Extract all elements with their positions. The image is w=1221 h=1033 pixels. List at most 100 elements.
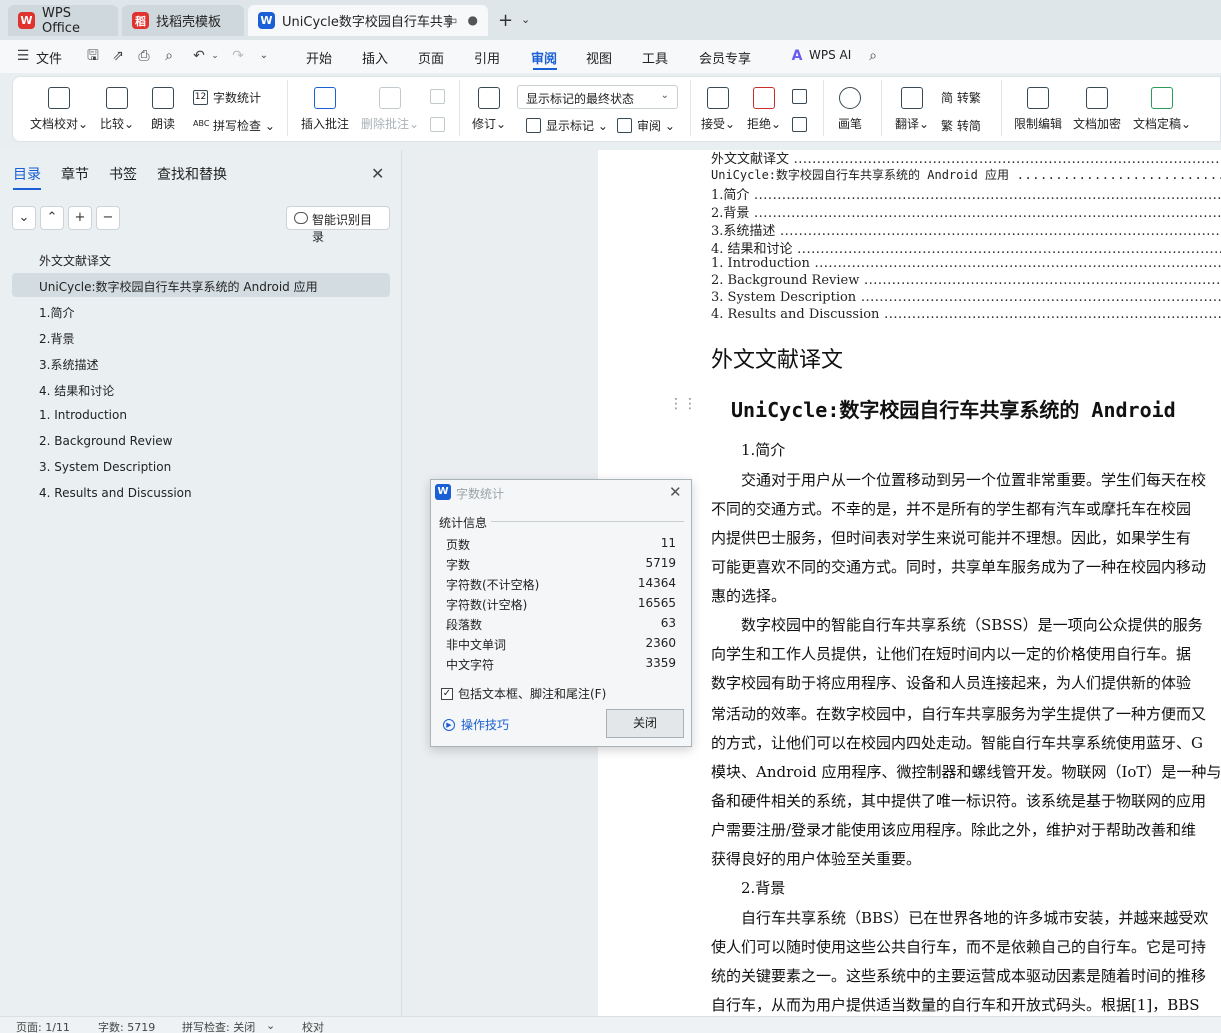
drag-handle-icon[interactable]: ⋮⋮ xyxy=(669,396,697,412)
doc-line[interactable]: 数字校园中的智能自行车共享系统（SBSS）是一项向公众提供的服务 xyxy=(741,614,1203,635)
reject-button[interactable]: 拒绝⌄ xyxy=(747,87,781,132)
screen-icon[interactable]: ▭ xyxy=(446,13,457,27)
doc-toc-line[interactable]: 2. Background Review xyxy=(711,273,1221,288)
tab-wps-office[interactable]: W WPS Office xyxy=(8,5,118,36)
doc-toc-line[interactable]: 外文文献译文 xyxy=(711,150,1221,167)
menu-tools[interactable]: 工具 xyxy=(642,48,668,67)
status-spell-check[interactable]: 拼写检查: 关闭 xyxy=(182,1019,255,1033)
next-comment-button[interactable] xyxy=(430,117,450,132)
doc-line[interactable]: 获得良好的用户体验至关重要。 xyxy=(711,848,921,869)
markup-state-select[interactable]: 显示标记的最终状态 ⌄ xyxy=(517,85,678,109)
accept-button[interactable]: 接受⌄ xyxy=(701,87,735,132)
document-title[interactable]: UniCycle:数字校园自行车共享系统的 Android xyxy=(731,394,1176,423)
chevron-down-icon[interactable]: ⌄ xyxy=(266,1019,275,1032)
tab-document[interactable]: W UniCycle数字校园自行车共享系 ▭ ● xyxy=(248,5,488,36)
encrypt-button[interactable]: 文档加密 xyxy=(1073,87,1121,132)
close-button[interactable]: 关闭 xyxy=(606,709,684,738)
new-tab-plus-icon[interactable]: + xyxy=(498,10,513,31)
prev-change-button[interactable] xyxy=(792,89,812,104)
add-heading-icon[interactable]: + xyxy=(68,206,92,230)
doc-line[interactable]: 数字校园有助于将应用程序、设备和人员连接起来，为人们提供新的体验 xyxy=(711,672,1191,693)
customize-toolbar-icon[interactable]: ⌄ xyxy=(255,47,273,65)
review-pane-button[interactable]: 审阅 ⌄ xyxy=(617,117,675,134)
search-icon[interactable]: ⌕ xyxy=(864,47,882,65)
menu-references[interactable]: 引用 xyxy=(474,48,500,67)
expand-all-icon[interactable]: ⌄ xyxy=(12,206,36,230)
read-aloud-button[interactable]: 朗读 xyxy=(151,87,175,132)
doc-line[interactable]: 交通对于用户从一个位置移动到另一个位置非常重要。学生们每天在校 xyxy=(741,469,1206,490)
menu-wps-ai[interactable]: WPS AI xyxy=(809,48,851,62)
tab-docer[interactable]: 稻 找稻壳模板 xyxy=(122,5,244,36)
nav-tab-toc[interactable]: 目录 xyxy=(13,164,41,184)
menu-home[interactable]: 开始 xyxy=(306,48,332,67)
menu-review[interactable]: 审阅 xyxy=(531,48,557,67)
doc-line[interactable]: 统的关键要素之一。这些系统中的主要运营成本驱动因素是随着时间的推移 xyxy=(711,965,1206,986)
insert-comment-button[interactable]: 插入批注 xyxy=(301,87,349,132)
unsaved-dot-icon[interactable]: ● xyxy=(468,13,478,27)
print-icon[interactable]: ⎙ xyxy=(135,47,153,65)
doc-line[interactable]: 不同的交通方式。不幸的是，并不是所有的学生都有汽车或摩托车在校园 xyxy=(711,498,1191,519)
menu-view[interactable]: 视图 xyxy=(586,48,612,67)
toc-item[interactable]: 2. Background Review xyxy=(12,429,390,453)
next-change-button[interactable] xyxy=(792,117,812,132)
toc-item[interactable]: UniCycle:数字校园自行车共享系统的 Android 应用 xyxy=(12,273,390,297)
finalize-button[interactable]: 文档定稿⌄ xyxy=(1133,87,1191,132)
doc-toc-line[interactable]: 1.简介 xyxy=(711,184,1221,203)
doc-line[interactable]: 惠的选择。 xyxy=(711,585,786,606)
doc-line[interactable]: 1.简介 xyxy=(741,439,785,460)
status-word-count[interactable]: 字数: 5719 xyxy=(98,1019,155,1033)
doc-line[interactable]: 的方式，让他们可以在校园内四处走动。智能自行车共享系统使用蓝牙、G xyxy=(711,732,1203,753)
toc-item[interactable]: 3.系统描述 xyxy=(12,351,390,375)
nav-tab-find-replace[interactable]: 查找和替换 xyxy=(157,164,227,184)
heading-foreign-translation[interactable]: 外文文献译文 xyxy=(711,342,843,374)
hamburger-menu-icon[interactable]: ☰ xyxy=(14,47,32,65)
doc-line[interactable]: 可能更喜欢不同的交通方式。同时，共享单车服务成为了一种在校园内移动 xyxy=(711,556,1206,577)
dialog-title-bar[interactable]: W 字数统计 ✕ xyxy=(431,480,691,504)
remove-heading-icon[interactable]: − xyxy=(96,206,120,230)
word-count-button[interactable]: 12 字数统计 xyxy=(193,89,261,106)
wps-ai-icon[interactable]: A xyxy=(788,47,806,65)
doc-line[interactable]: 模块、Android 应用程序、微控制器和螺线管开发。物联网（IoT）是一种与 xyxy=(711,761,1221,782)
print-preview-icon[interactable]: ⌕ xyxy=(160,47,178,65)
pen-button[interactable]: 画笔 xyxy=(838,87,862,132)
nav-tab-sections[interactable]: 章节 xyxy=(61,164,89,184)
spell-check-button[interactable]: ABC 拼写检查 ⌄ xyxy=(193,117,275,134)
toc-item[interactable]: 4. Results and Discussion xyxy=(12,481,390,505)
menu-insert[interactable]: 插入 xyxy=(362,48,388,67)
doc-line[interactable]: 2.背景 xyxy=(741,877,785,898)
close-icon[interactable]: ✕ xyxy=(669,483,682,501)
menu-member[interactable]: 会员专享 xyxy=(699,48,751,67)
toc-item[interactable]: 外文文献译文 xyxy=(12,247,390,271)
doc-line[interactable]: 内提供巴士服务，但时间表对学生来说可能并不理想。因此，如果学生有 xyxy=(711,527,1191,548)
status-proofread[interactable]: 校对 xyxy=(302,1019,324,1033)
doc-line[interactable]: 使人们可以随时使用这些公共自行车，而不是依赖自己的自行车。它是可持 xyxy=(711,936,1206,957)
doc-toc-line[interactable]: UniCycle:数字校园自行车共享系统的 Android 应用 xyxy=(711,166,1221,183)
doc-line[interactable]: 户需要注册/登录才能使用该应用程序。除此之外，维护对于帮助改善和维 xyxy=(711,819,1196,840)
doc-toc-line[interactable]: 1. Introduction xyxy=(711,256,1221,271)
chevron-down-icon[interactable]: ⌄ xyxy=(521,13,530,26)
include-textbox-checkbox[interactable]: ✓ 包括文本框、脚注和尾注(F) xyxy=(441,685,606,702)
toc-item[interactable]: 4. 结果和讨论 xyxy=(12,377,390,401)
delete-comment-button[interactable]: 删除批注⌄ xyxy=(361,87,419,132)
tips-link[interactable]: ▶ 操作技巧 xyxy=(443,716,509,733)
doc-line[interactable]: 备和硬件相关的系统，其中提供了唯一标识符。该系统是基于物联网的应用 xyxy=(711,790,1206,811)
doc-line[interactable]: 自行车，从而为用户提供适当数量的自行车和开放式码头。根据[1]，BBS xyxy=(711,994,1200,1015)
show-markup-button[interactable]: 显示标记 ⌄ xyxy=(526,117,608,134)
doc-line[interactable]: 自行车共享系统（BBS）已在世界各地的许多城市安装，并越来越受欢 xyxy=(741,907,1208,928)
doc-toc-line[interactable]: 3. System Description xyxy=(711,290,1221,305)
track-changes-button[interactable]: 修订⌄ xyxy=(472,87,506,132)
menu-file[interactable]: 文件 xyxy=(36,48,62,67)
compare-button[interactable]: 比较⌄ xyxy=(100,87,134,132)
doc-proofread-button[interactable]: 文档校对⌄ xyxy=(30,87,88,132)
to-simplified-button[interactable]: 繁 转简 xyxy=(941,117,981,134)
doc-toc-line[interactable]: 3.系统描述 xyxy=(711,220,1221,239)
toc-item[interactable]: 1. Introduction xyxy=(12,403,390,427)
doc-toc-line[interactable]: 2.背景 xyxy=(711,202,1221,221)
doc-toc-line[interactable]: 4. Results and Discussion xyxy=(711,307,1221,322)
toc-item[interactable]: 2.背景 xyxy=(12,325,390,349)
collapse-all-icon[interactable]: ⌃ xyxy=(40,206,64,230)
toc-item[interactable]: 1.简介 xyxy=(12,299,390,323)
doc-toc-line[interactable]: 4. 结果和讨论 xyxy=(711,238,1221,257)
to-traditional-button[interactable]: 简 转繁 xyxy=(941,89,981,106)
close-icon[interactable]: ✕ xyxy=(371,164,384,183)
